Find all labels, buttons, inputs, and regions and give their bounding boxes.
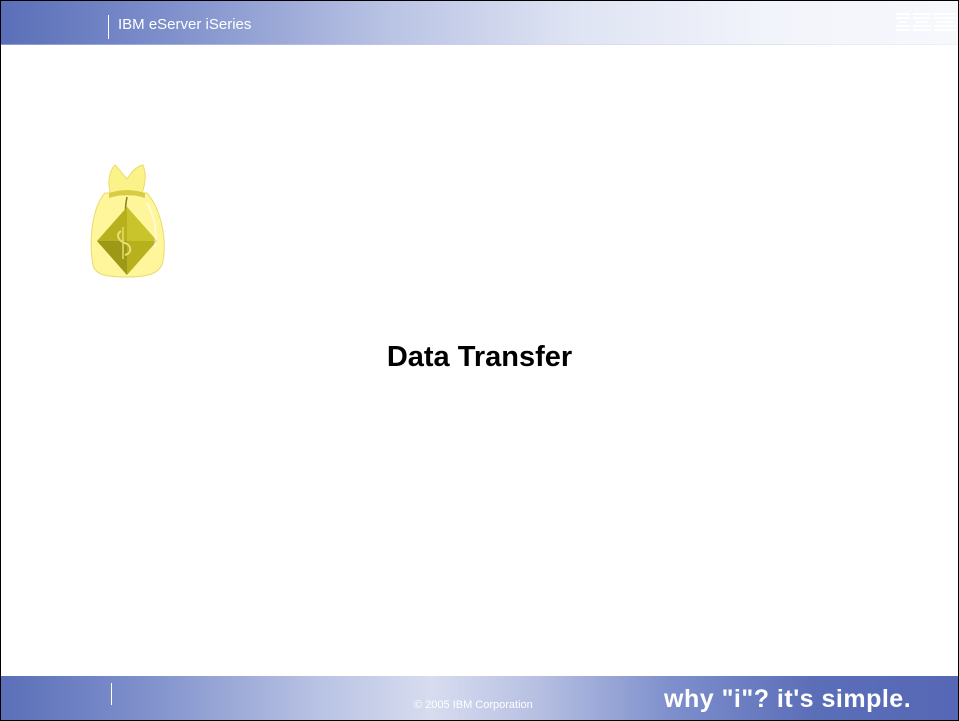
header-bar: IBM eServer iSeries (1, 1, 958, 45)
slide: IBM eServer iSeries Data Transfer © 2005… (0, 0, 959, 721)
product-name: IBM eServer iSeries (118, 16, 252, 33)
slide-title: Data Transfer (386, 341, 573, 373)
money-bag-icon (90, 164, 165, 278)
footer-divider (111, 683, 112, 705)
header-divider (108, 15, 109, 39)
footer-bar: © 2005 IBM Corporation why "i"? it's sim… (1, 676, 958, 720)
slogan-text: why "i"? it's simple. (664, 685, 912, 713)
ibm-logo-icon (896, 13, 956, 31)
copyright-text: © 2005 IBM Corporation (414, 699, 533, 711)
